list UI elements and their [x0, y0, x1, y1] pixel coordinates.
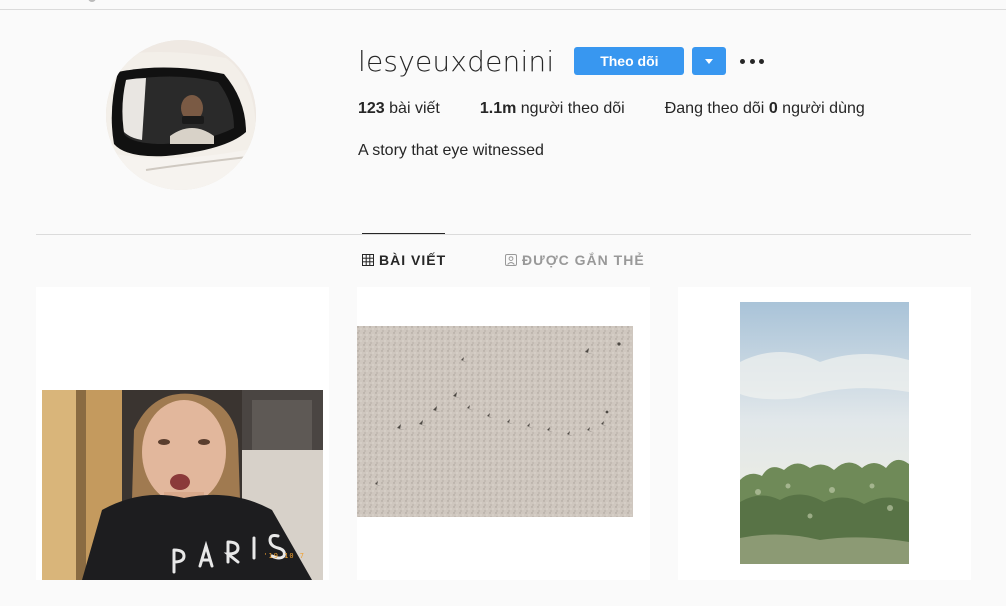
tab-posts-label: BÀI VIẾT — [379, 252, 447, 268]
more-options-icon[interactable] — [740, 49, 765, 73]
grid-icon — [362, 254, 374, 266]
tagged-person-icon — [505, 254, 517, 266]
active-tab-indicator — [362, 233, 445, 234]
caret-down-icon — [705, 58, 714, 64]
post-image-footprints — [357, 326, 633, 517]
followers-count: 1.1m — [479, 100, 517, 117]
followers-label: người theo dõi — [520, 100, 625, 117]
avatar-photo — [106, 40, 256, 190]
tabs-divider — [36, 234, 971, 235]
posts-count: 123 — [358, 100, 385, 117]
posts-label: bài viết — [389, 100, 440, 117]
following-count: 0 — [768, 100, 778, 117]
posts-stat: 123 bài viết — [358, 100, 440, 118]
post-tile[interactable] — [357, 287, 650, 580]
avatar[interactable] — [106, 40, 256, 190]
post-tile[interactable] — [678, 287, 971, 580]
username: lesyeuxdenini — [358, 44, 555, 78]
followers-stat[interactable]: 1.1m người theo dõi — [480, 100, 625, 118]
profile-stats: 123 bài viết 1.1m người theo dõi Đang th… — [358, 100, 905, 118]
tab-posts[interactable]: BÀI VIẾT — [362, 252, 446, 268]
nav-bottom-border — [0, 9, 1006, 10]
post-image-landscape — [740, 302, 909, 564]
tab-tagged-label: ĐƯỢC GẮN THẺ — [522, 252, 645, 268]
profile-header-row: lesyeuxdenini Theo dõi — [358, 44, 765, 78]
following-stat[interactable]: Đang theo dõi 0 người dùng — [665, 100, 865, 118]
post-tile[interactable]: '19 10 7 — [36, 287, 329, 580]
suggestions-dropdown-button[interactable] — [692, 47, 727, 75]
following-prefix: Đang theo dõi — [664, 100, 765, 117]
nav-icon-partial[interactable] — [88, 0, 96, 2]
following-label: người dùng — [782, 100, 865, 117]
bio: A story that eye witnessed — [358, 142, 544, 159]
tab-tagged[interactable]: ĐƯỢC GẮN THẺ — [505, 252, 645, 268]
profile-page: lesyeuxdenini Theo dõi 123 bài viết 1.1m… — [0, 0, 1006, 606]
film-date-stamp: '19 10 7 — [263, 552, 305, 560]
follow-button[interactable]: Theo dõi — [574, 47, 685, 75]
post-image-portrait: '19 10 7 — [42, 390, 323, 580]
